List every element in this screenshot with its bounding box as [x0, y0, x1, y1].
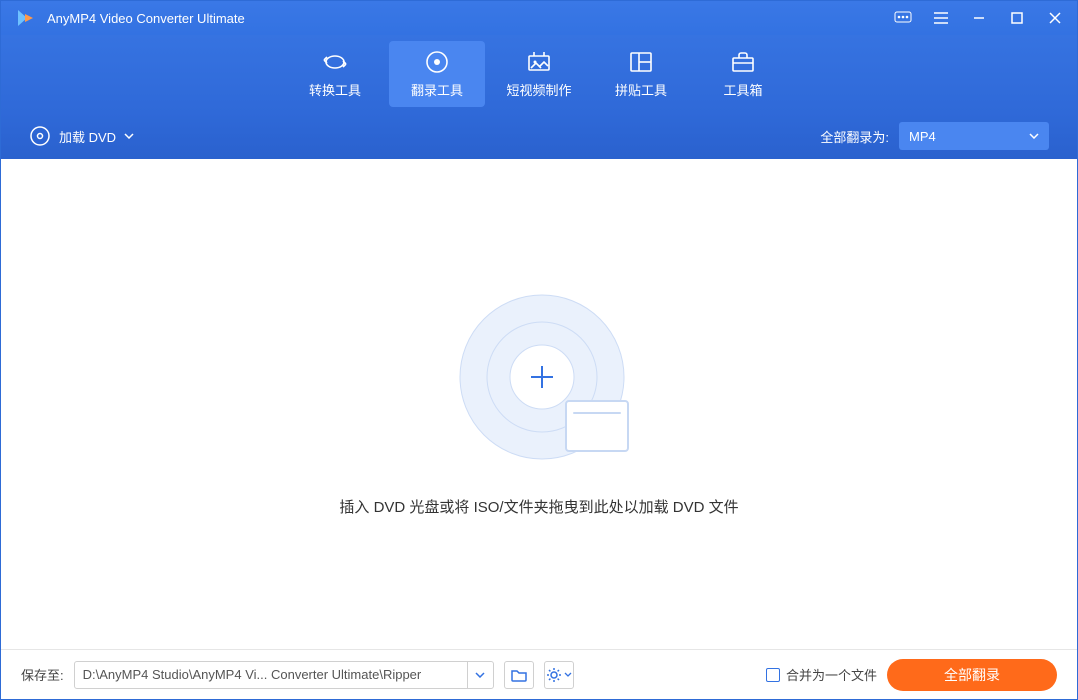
merge-label: 合并为一个文件: [786, 665, 877, 684]
nav-label: 转换工具: [309, 80, 361, 99]
nav-label: 短视频制作: [506, 80, 571, 99]
drop-zone[interactable]: 插入 DVD 光盘或将 ISO/文件夹拖曳到此处以加载 DVD 文件: [1, 159, 1077, 649]
disc-icon: [29, 125, 51, 147]
collage-icon: [627, 50, 655, 74]
nav-mv[interactable]: 短视频制作: [491, 41, 587, 107]
merge-checkbox[interactable]: 合并为一个文件: [766, 665, 877, 684]
titlebar: AnyMP4 Video Converter Ultimate: [1, 1, 1077, 35]
subbar: 加载 DVD 全部翻录为: MP4: [1, 113, 1077, 159]
save-to-label: 保存至:: [21, 665, 64, 684]
nav-ripper[interactable]: 翻录工具: [389, 41, 485, 107]
chevron-down-icon: [1029, 133, 1039, 139]
open-folder-button[interactable]: [504, 661, 534, 689]
footer: 保存至: D:\AnyMP4 Studio\AnyMP4 Vi... Conve…: [1, 649, 1077, 699]
close-button[interactable]: [1045, 8, 1065, 28]
save-path-text: D:\AnyMP4 Studio\AnyMP4 Vi... Converter …: [75, 667, 467, 682]
drop-hint-text: 插入 DVD 光盘或将 ISO/文件夹拖曳到此处以加载 DVD 文件: [339, 496, 738, 517]
chevron-down-icon: [124, 133, 134, 139]
app-window: AnyMP4 Video Converter Ultimate 转换: [0, 0, 1078, 700]
window-controls: [893, 8, 1065, 28]
maximize-button[interactable]: [1007, 8, 1027, 28]
checkbox-icon: [766, 668, 780, 682]
nav-toolbox[interactable]: 工具箱: [695, 41, 791, 107]
nav-converter[interactable]: 转换工具: [287, 41, 383, 107]
app-title: AnyMP4 Video Converter Ultimate: [47, 11, 893, 26]
settings-button[interactable]: [544, 661, 574, 689]
load-dvd-label: 加载 DVD: [59, 127, 116, 146]
nav-label: 拼贴工具: [615, 80, 667, 99]
rip-all-to-label: 全部翻录为:: [820, 127, 889, 146]
rip-all-button[interactable]: 全部翻录: [887, 659, 1057, 691]
feedback-icon[interactable]: [893, 8, 913, 28]
nav-collage[interactable]: 拼贴工具: [593, 41, 689, 107]
drop-graphic: [439, 292, 639, 472]
menu-icon[interactable]: [931, 8, 951, 28]
minimize-button[interactable]: [969, 8, 989, 28]
converter-icon: [321, 50, 349, 74]
toolbox-icon: [729, 50, 757, 74]
folder-icon: [565, 400, 629, 452]
nav-label: 翻录工具: [411, 80, 463, 99]
save-path-field[interactable]: D:\AnyMP4 Studio\AnyMP4 Vi... Converter …: [74, 661, 494, 689]
ripper-icon: [423, 50, 451, 74]
main-nav: 转换工具 翻录工具 短视频制作 拼贴工具 工具箱: [1, 35, 1077, 113]
mv-icon: [525, 50, 553, 74]
app-logo-icon: [13, 6, 37, 30]
path-dropdown-button[interactable]: [467, 662, 493, 688]
rip-all-label: 全部翻录: [944, 665, 1000, 685]
format-value: MP4: [909, 129, 936, 144]
load-dvd-button[interactable]: 加载 DVD: [29, 125, 134, 147]
output-format-select[interactable]: MP4: [899, 122, 1049, 150]
nav-label: 工具箱: [723, 80, 762, 99]
